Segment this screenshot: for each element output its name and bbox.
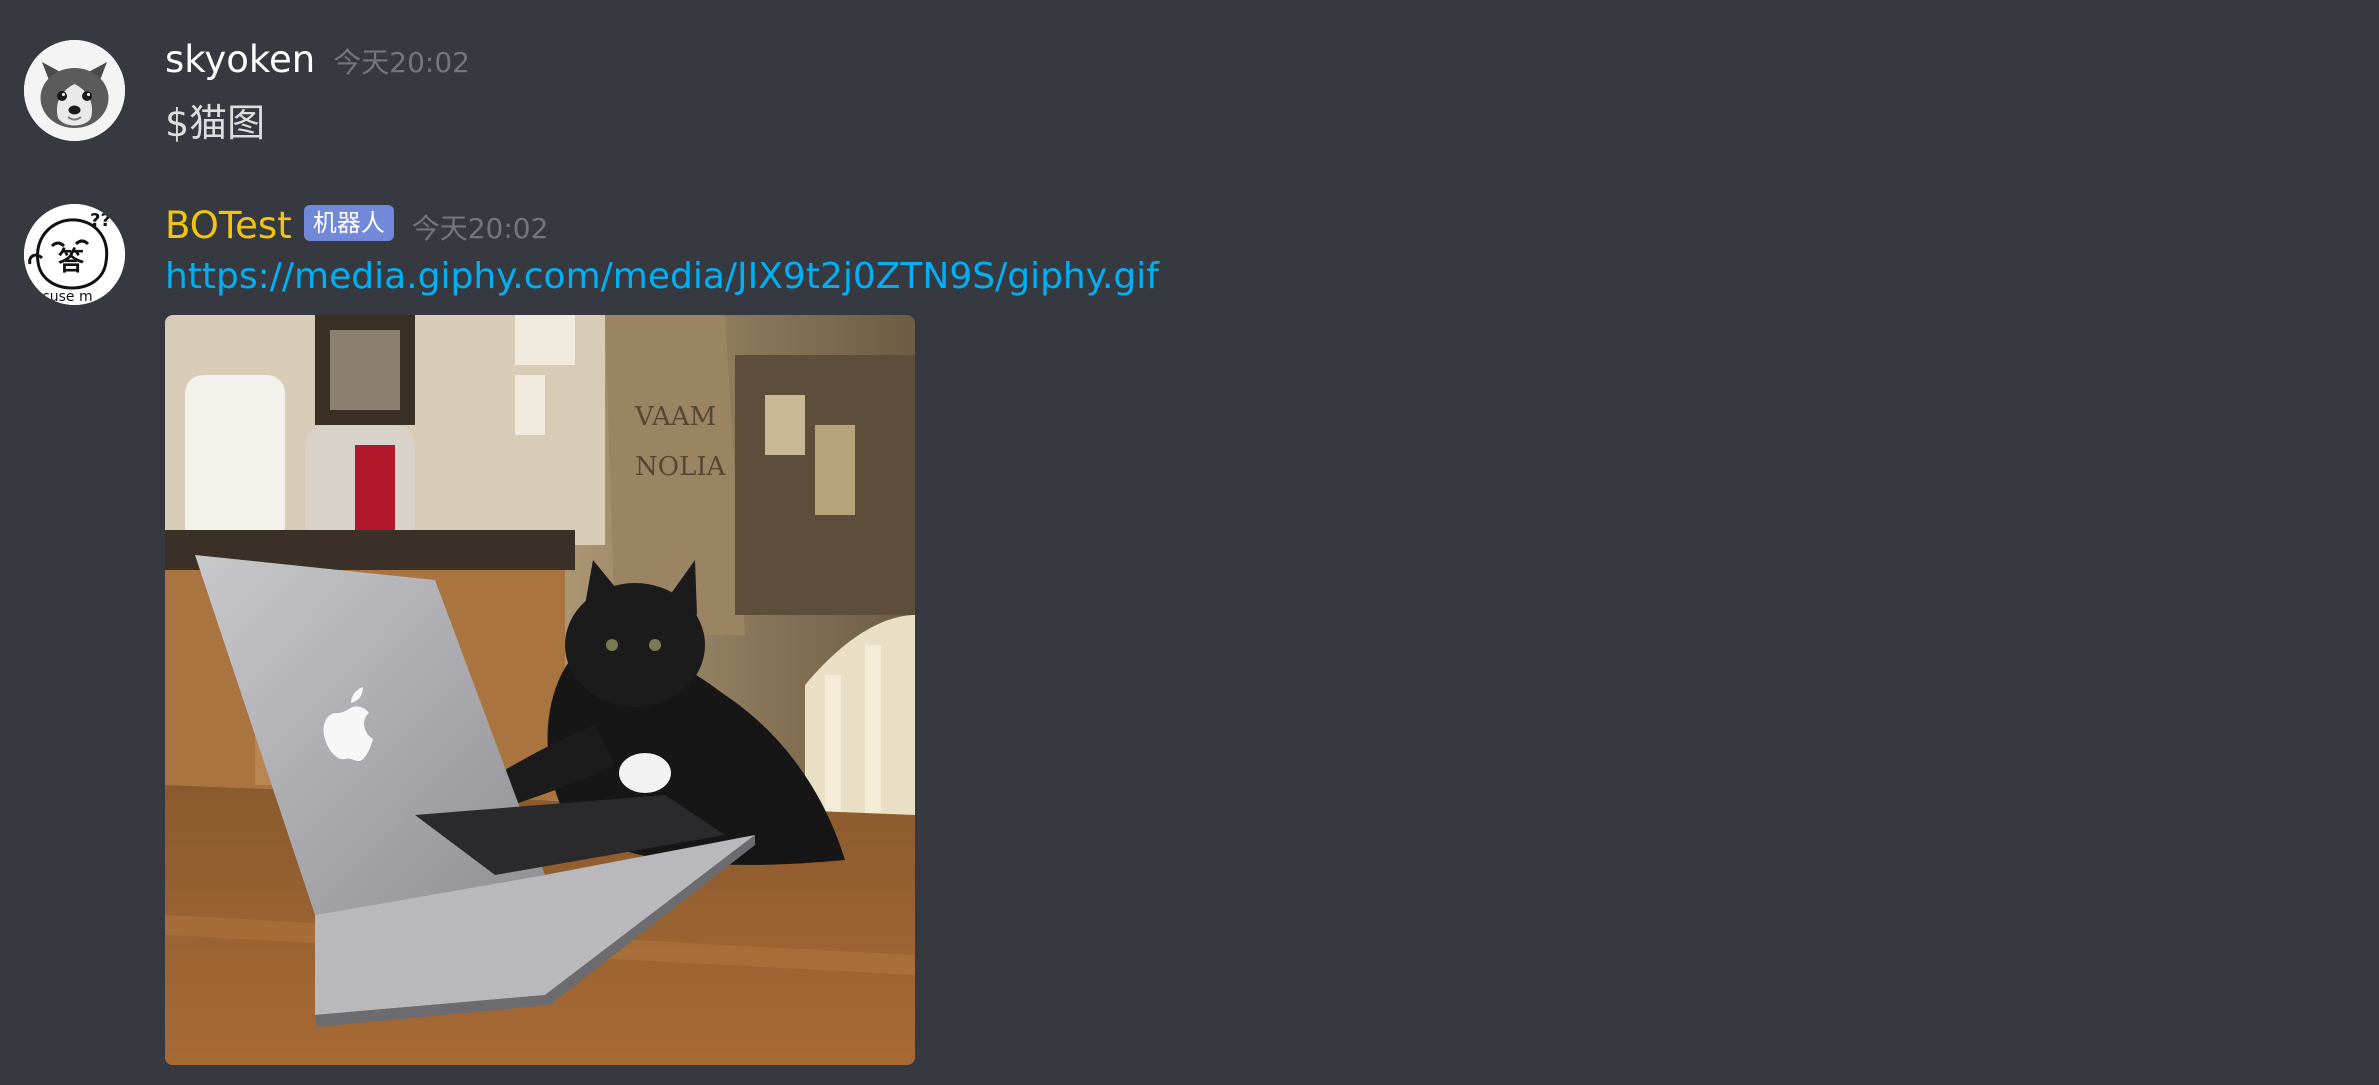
bot-avatar[interactable]: ?? 答 xcuse m	[24, 204, 125, 305]
bot-username[interactable]: BOTest	[165, 204, 292, 247]
message-header: BOTest 机器人 今天20:02	[165, 204, 548, 247]
husky-dog-avatar-icon	[24, 40, 125, 141]
meme-face-avatar-icon: ?? 答 xcuse m	[24, 204, 125, 305]
svg-text:??: ??	[90, 210, 111, 231]
chat-messages: skyoken 今天20:02 $猫图 ?? 答 xcuse m BOTest …	[0, 0, 2379, 1085]
user-avatar[interactable]	[24, 40, 125, 141]
message-header: skyoken 今天20:02	[165, 38, 470, 81]
avatar-caption: xcuse m	[34, 289, 93, 305]
svg-text:答: 答	[58, 246, 85, 277]
message-content: $猫图	[165, 101, 266, 145]
timestamp[interactable]: 今天20:02	[412, 207, 549, 247]
svg-text:NOLIA: NOLIA	[635, 452, 727, 482]
svg-text:VAAM: VAAM	[634, 402, 716, 432]
gif-link[interactable]: https://media.giphy.com/media/JIX9t2j0ZT…	[165, 256, 1159, 297]
bot-tag: 机器人	[303, 204, 394, 241]
cat-typing-image[interactable]: VAAM NOLIA	[165, 315, 915, 1065]
timestamp[interactable]: 今天20:02	[333, 41, 470, 81]
message-content: https://media.giphy.com/media/JIX9t2j0ZT…	[165, 256, 1159, 297]
cat-typing-on-laptop-gif: VAAM NOLIA	[165, 315, 915, 1065]
username[interactable]: skyoken	[165, 38, 315, 81]
